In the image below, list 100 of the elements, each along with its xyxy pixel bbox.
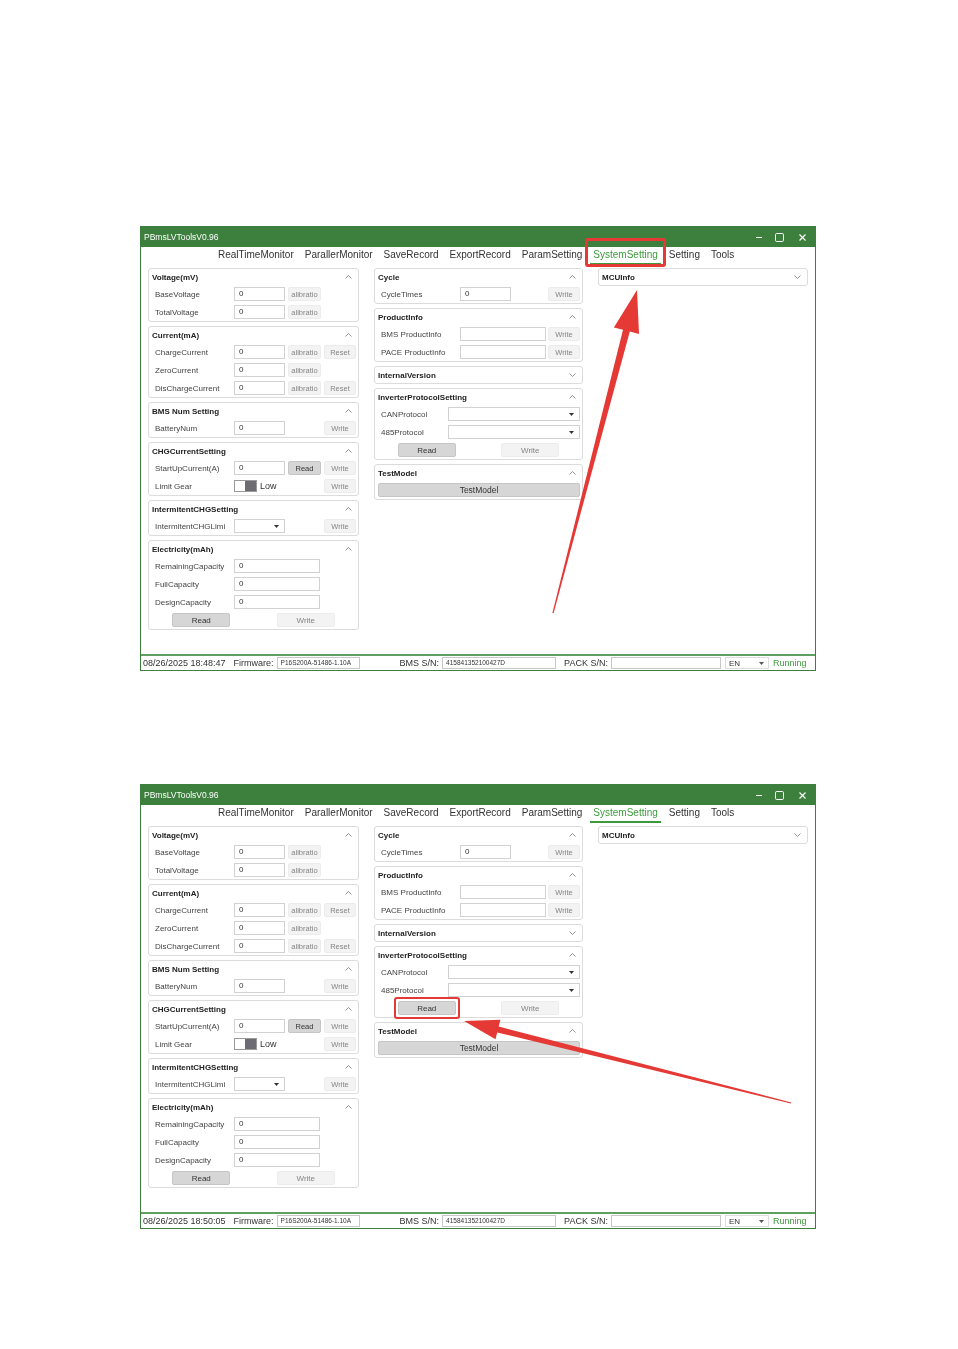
chevron-up-icon[interactable]	[345, 547, 352, 551]
input-field[interactable]: 0	[234, 903, 285, 917]
chevron-up-icon[interactable]	[345, 275, 352, 279]
field-label: BaseVoltage	[155, 847, 201, 857]
input-field[interactable]: 0	[234, 979, 285, 993]
close-icon[interactable]	[799, 791, 806, 799]
input-field[interactable]: 0	[234, 1117, 320, 1131]
input-field[interactable]: 0	[234, 363, 285, 377]
input-field[interactable]	[460, 345, 546, 359]
chevron-up-icon[interactable]	[569, 873, 576, 877]
chevron-up-icon[interactable]	[569, 471, 576, 475]
field-label: IntermitentCHGLimi	[155, 1079, 227, 1089]
input-field[interactable]: 0	[234, 461, 285, 475]
input-field[interactable]: 0	[234, 421, 285, 435]
tab[interactable]: Setting	[665, 805, 703, 823]
tab[interactable]: Tools	[707, 247, 738, 265]
chevron-down-icon[interactable]	[794, 833, 801, 837]
chevron-up-icon[interactable]	[569, 953, 576, 957]
input-field[interactable]: 0	[234, 559, 320, 573]
status-label: BMS S/N:	[399, 1216, 440, 1226]
minimize-icon[interactable]	[756, 794, 762, 796]
tab[interactable]: ParamSetting	[518, 247, 586, 265]
chevron-down-icon[interactable]	[569, 931, 576, 935]
tab[interactable]: ParallerMonitor	[301, 247, 376, 265]
dropdown-field[interactable]	[234, 1077, 285, 1091]
chevron-up-icon[interactable]	[569, 1029, 576, 1033]
tab[interactable]: ExportRecord	[446, 805, 514, 823]
input-field[interactable]: 0	[234, 1135, 320, 1149]
chevron-up-icon[interactable]	[345, 1007, 352, 1011]
dropdown-field[interactable]	[448, 983, 580, 997]
field-label: BMS ProductInfo	[381, 887, 443, 897]
chevron-up-icon[interactable]	[345, 1065, 352, 1069]
input-field[interactable]: 0	[234, 305, 285, 319]
toggle-switch[interactable]	[234, 480, 257, 492]
minimize-icon[interactable]	[756, 236, 762, 238]
field-label: CANProtocol	[381, 967, 429, 977]
dropdown-field[interactable]	[448, 425, 580, 439]
input-field[interactable]: 0	[460, 845, 511, 859]
test-model-button[interactable]: TestModel	[378, 1041, 580, 1055]
panel-title: IntermitentCHGSetting	[152, 504, 239, 514]
input-field[interactable]: 0	[234, 863, 285, 877]
chevron-down-icon[interactable]	[569, 373, 576, 377]
dropdown-field[interactable]	[234, 519, 285, 533]
tab[interactable]: ParallerMonitor	[301, 805, 376, 823]
read-button[interactable]: Read	[397, 443, 456, 457]
input-field[interactable]	[460, 903, 546, 917]
maximize-icon[interactable]	[775, 790, 784, 800]
tab[interactable]: SaveRecord	[380, 247, 442, 265]
field-label: 485Protocol	[381, 985, 425, 995]
input-field[interactable]: 0	[460, 287, 511, 301]
input-field[interactable]	[460, 885, 546, 899]
input-field[interactable]	[460, 327, 546, 341]
panel-title: InternalVersion	[378, 370, 436, 380]
read-button[interactable]: Read	[172, 1171, 231, 1185]
input-field[interactable]: 0	[234, 287, 285, 301]
input-field[interactable]: 0	[234, 1019, 285, 1033]
tab[interactable]: ExportRecord	[446, 247, 514, 265]
chevron-up-icon[interactable]	[345, 967, 352, 971]
input-field[interactable]: 0	[234, 939, 285, 953]
panel-title: Electricity(mAh)	[152, 544, 214, 554]
chevron-up-icon[interactable]	[569, 833, 576, 837]
tab[interactable]: RealTimeMonitor	[215, 805, 297, 823]
tab[interactable]: RealTimeMonitor	[215, 247, 297, 265]
input-field[interactable]: 0	[234, 1153, 320, 1167]
tab[interactable]: SystemSetting	[590, 805, 661, 823]
chevron-up-icon[interactable]	[345, 409, 352, 413]
field-label: TotalVoltage	[155, 307, 200, 317]
input-field[interactable]: 0	[234, 595, 320, 609]
chevron-down-icon[interactable]	[794, 275, 801, 279]
read-button[interactable]: Read	[397, 1001, 456, 1015]
language-select[interactable]: EN	[724, 657, 769, 669]
dropdown-field[interactable]	[448, 407, 580, 421]
toggle-switch[interactable]	[234, 1038, 257, 1050]
tab[interactable]: Tools	[707, 805, 738, 823]
chevron-up-icon[interactable]	[569, 275, 576, 279]
chevron-up-icon[interactable]	[345, 833, 352, 837]
chevron-up-icon[interactable]	[569, 395, 576, 399]
chevron-up-icon[interactable]	[345, 1105, 352, 1109]
read-button[interactable]: Read	[172, 613, 231, 627]
chevron-up-icon[interactable]	[569, 315, 576, 319]
tab[interactable]: Setting	[665, 247, 703, 265]
test-model-button[interactable]: TestModel	[378, 483, 580, 497]
language-select[interactable]: EN	[724, 1215, 769, 1227]
maximize-icon[interactable]	[775, 232, 784, 242]
chevron-up-icon[interactable]	[345, 449, 352, 453]
tab[interactable]: ParamSetting	[518, 805, 586, 823]
tab[interactable]: SystemSetting	[590, 247, 661, 265]
chevron-up-icon[interactable]	[345, 333, 352, 337]
field-label: Limit Gear	[155, 1039, 193, 1049]
input-field[interactable]: 0	[234, 381, 285, 395]
status-label: PACK S/N:	[564, 1216, 608, 1226]
input-field[interactable]: 0	[234, 577, 320, 591]
input-field[interactable]: 0	[234, 921, 285, 935]
input-field[interactable]: 0	[234, 345, 285, 359]
close-icon[interactable]	[799, 233, 806, 241]
chevron-up-icon[interactable]	[345, 891, 352, 895]
input-field[interactable]: 0	[234, 845, 285, 859]
dropdown-field[interactable]	[448, 965, 580, 979]
tab[interactable]: SaveRecord	[380, 805, 442, 823]
chevron-up-icon[interactable]	[345, 507, 352, 511]
